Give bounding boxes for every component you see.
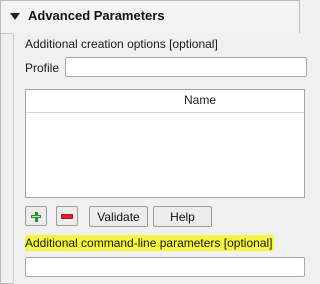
add-option-button[interactable] — [25, 206, 47, 226]
advanced-parameters-panel: Advanced Parameters Additional creation … — [0, 0, 307, 284]
help-button[interactable]: Help — [153, 206, 212, 227]
plus-icon-highlight — [32, 215, 40, 217]
creation-options-table[interactable]: Name — [25, 89, 305, 198]
column-header-name[interactable]: Name — [26, 93, 304, 107]
remove-option-button[interactable] — [56, 206, 78, 226]
command-line-parameters-input[interactable] — [25, 257, 305, 277]
creation-options-label: Additional creation options [optional] — [25, 37, 218, 51]
minus-icon — [61, 214, 73, 219]
profile-combobox[interactable] — [65, 57, 307, 77]
collapse-arrow-icon[interactable] — [10, 13, 20, 20]
command-line-parameters-label: Additional command-line parameters [opti… — [25, 235, 275, 251]
profile-label: Profile — [25, 61, 60, 75]
validate-button[interactable]: Validate — [89, 206, 148, 227]
table-header: Name — [26, 90, 304, 113]
section-header[interactable]: Advanced Parameters — [1, 1, 299, 34]
section-title: Advanced Parameters — [28, 8, 165, 23]
